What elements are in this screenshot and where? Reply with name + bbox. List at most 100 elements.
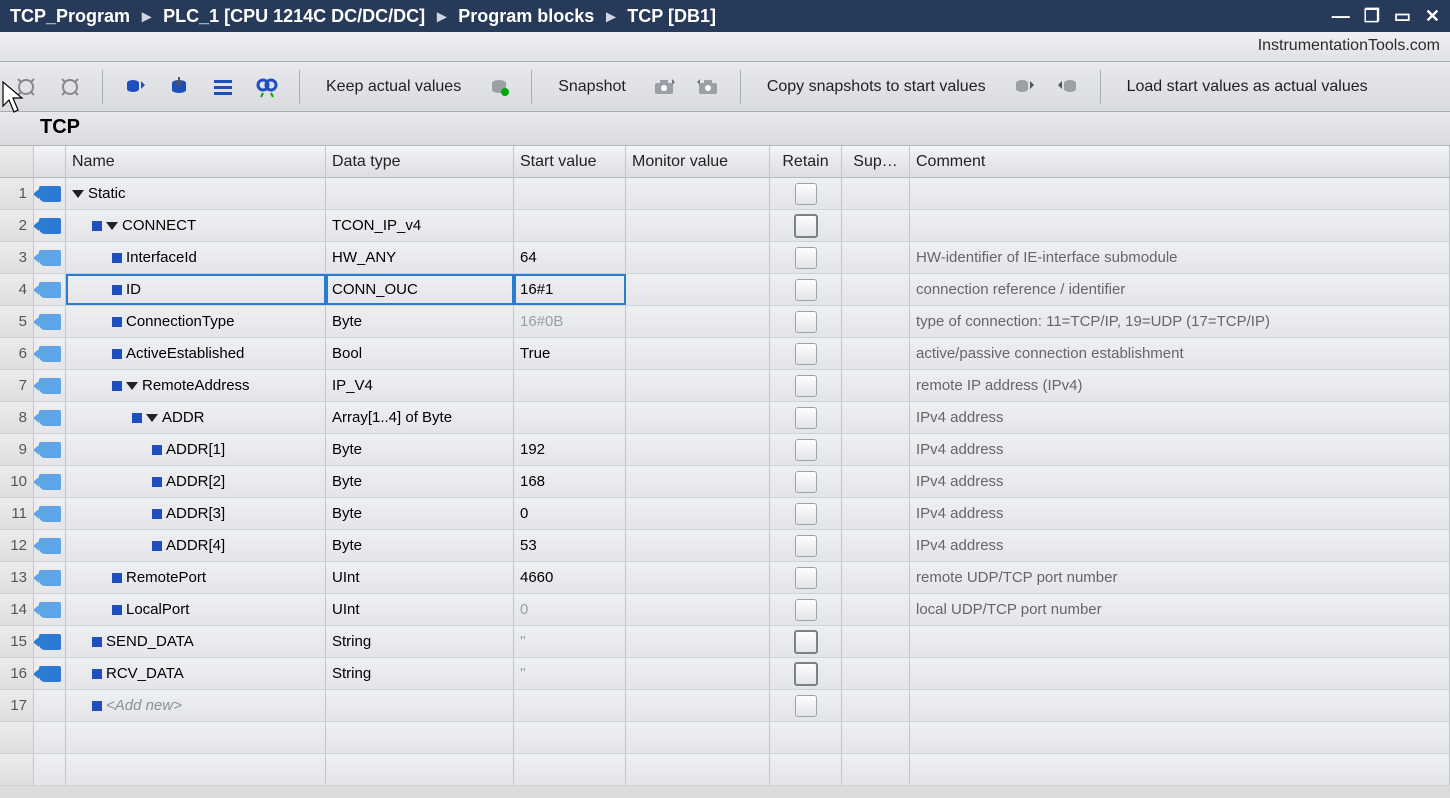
var-name-cell[interactable]: ADDR[4] — [66, 530, 326, 561]
retain-cell[interactable] — [770, 658, 842, 689]
var-name-cell[interactable]: ADDR — [66, 402, 326, 433]
datatype-cell[interactable]: String — [326, 626, 514, 657]
retain-cell[interactable] — [770, 626, 842, 657]
maximize-button[interactable]: ▭ — [1394, 6, 1411, 27]
toolbar-icon-2[interactable] — [52, 69, 88, 105]
monitorvalue-cell[interactable] — [626, 178, 770, 209]
var-name-cell[interactable]: ADDR[2] — [66, 466, 326, 497]
startvalue-cell[interactable]: 16#0B — [514, 306, 626, 337]
retain-checkbox[interactable] — [795, 535, 817, 557]
var-name-cell[interactable]: SEND_DATA — [66, 626, 326, 657]
retain-checkbox[interactable] — [795, 471, 817, 493]
retain-cell[interactable] — [770, 562, 842, 593]
setpoint-cell[interactable] — [842, 210, 910, 241]
table-row[interactable]: 4IDCONN_OUC16#1connection reference / id… — [0, 274, 1450, 306]
var-name-cell[interactable]: ID — [66, 274, 326, 305]
datatype-cell[interactable]: IP_V4 — [326, 370, 514, 401]
breadcrumb-item[interactable]: Program blocks — [458, 6, 594, 27]
expand-icon[interactable] — [106, 222, 118, 230]
keep-actual-values-icon[interactable] — [481, 69, 517, 105]
comment-cell[interactable]: remote IP address (IPv4) — [910, 370, 1450, 401]
retain-checkbox[interactable] — [795, 375, 817, 397]
retain-checkbox[interactable] — [795, 503, 817, 525]
datatype-cell[interactable]: Byte — [326, 530, 514, 561]
comment-cell[interactable] — [910, 690, 1450, 721]
datatype-cell[interactable]: String — [326, 658, 514, 689]
table-row[interactable]: 5ConnectionTypeByte16#0Btype of connecti… — [0, 306, 1450, 338]
table-row[interactable]: 7RemoteAddressIP_V4remote IP address (IP… — [0, 370, 1450, 402]
monitorvalue-cell[interactable] — [626, 562, 770, 593]
monitorvalue-cell[interactable] — [626, 466, 770, 497]
comment-cell[interactable] — [910, 210, 1450, 241]
datatype-cell[interactable]: CONN_OUC — [326, 274, 514, 305]
startvalue-cell[interactable] — [514, 210, 626, 241]
setpoint-cell[interactable] — [842, 178, 910, 209]
var-name-cell[interactable]: RemoteAddress — [66, 370, 326, 401]
startvalue-cell[interactable] — [514, 690, 626, 721]
table-row[interactable]: 8ADDRArray[1..4] of ByteIPv4 address — [0, 402, 1450, 434]
expand-icon[interactable] — [72, 190, 84, 198]
retain-cell[interactable] — [770, 434, 842, 465]
table-row[interactable]: 9ADDR[1]Byte192IPv4 address — [0, 434, 1450, 466]
setpoint-cell[interactable] — [842, 690, 910, 721]
retain-cell[interactable] — [770, 338, 842, 369]
var-name-cell[interactable]: ADDR[3] — [66, 498, 326, 529]
breadcrumb-item[interactable]: TCP_Program — [10, 6, 130, 27]
retain-cell[interactable] — [770, 690, 842, 721]
datatype-cell[interactable]: Byte — [326, 434, 514, 465]
table-row[interactable]: 12ADDR[4]Byte53IPv4 address — [0, 530, 1450, 562]
startvalue-cell[interactable]: 64 — [514, 242, 626, 273]
retain-checkbox[interactable] — [795, 343, 817, 365]
monitorvalue-cell[interactable] — [626, 370, 770, 401]
monitorvalue-cell[interactable] — [626, 594, 770, 625]
var-name-cell[interactable]: <Add new> — [66, 690, 326, 721]
col-retain[interactable]: Retain — [770, 146, 842, 177]
comment-cell[interactable]: IPv4 address — [910, 530, 1450, 561]
monitorvalue-cell[interactable] — [626, 274, 770, 305]
comment-cell[interactable]: local UDP/TCP port number — [910, 594, 1450, 625]
table-row[interactable]: 15SEND_DATAString'' — [0, 626, 1450, 658]
retain-checkbox[interactable] — [795, 695, 817, 717]
table-row[interactable]: 2CONNECTTCON_IP_v4 — [0, 210, 1450, 242]
var-name-cell[interactable]: LocalPort — [66, 594, 326, 625]
copy-snapshots-button[interactable]: Copy snapshots to start values — [755, 69, 998, 105]
var-name-cell[interactable]: RemotePort — [66, 562, 326, 593]
breadcrumb-item[interactable]: TCP [DB1] — [627, 6, 716, 27]
startvalue-cell[interactable]: 0 — [514, 594, 626, 625]
snapshot-take-icon[interactable] — [646, 69, 682, 105]
breadcrumb-item[interactable]: PLC_1 [CPU 1214C DC/DC/DC] — [163, 6, 425, 27]
datatype-cell[interactable] — [326, 690, 514, 721]
copy-snapshots-icon-2[interactable] — [1050, 69, 1086, 105]
copy-snapshots-icon-1[interactable] — [1006, 69, 1042, 105]
retain-checkbox[interactable] — [795, 567, 817, 589]
col-startvalue[interactable]: Start value — [514, 146, 626, 177]
retain-checkbox[interactable] — [795, 599, 817, 621]
retain-checkbox[interactable] — [795, 407, 817, 429]
table-row[interactable]: 3InterfaceIdHW_ANY64HW-identifier of IE-… — [0, 242, 1450, 274]
comment-cell[interactable]: IPv4 address — [910, 402, 1450, 433]
comment-cell[interactable] — [910, 178, 1450, 209]
keep-actual-values-button[interactable]: Keep actual values — [314, 69, 473, 105]
startvalue-cell[interactable]: True — [514, 338, 626, 369]
monitorvalue-cell[interactable] — [626, 402, 770, 433]
datatype-cell[interactable]: Byte — [326, 498, 514, 529]
snapshot-button[interactable]: Snapshot — [546, 69, 638, 105]
retain-cell[interactable] — [770, 178, 842, 209]
var-name-cell[interactable]: InterfaceId — [66, 242, 326, 273]
retain-checkbox[interactable] — [795, 247, 817, 269]
table-row[interactable]: 10ADDR[2]Byte168IPv4 address — [0, 466, 1450, 498]
snapshot-restore-icon[interactable] — [690, 69, 726, 105]
startvalue-cell[interactable] — [514, 370, 626, 401]
monitorvalue-cell[interactable] — [626, 242, 770, 273]
comment-cell[interactable] — [910, 658, 1450, 689]
restore-button[interactable]: ❐ — [1364, 6, 1380, 27]
col-setpoint[interactable]: Sup… — [842, 146, 910, 177]
datatype-cell[interactable]: HW_ANY — [326, 242, 514, 273]
download-icon[interactable] — [161, 69, 197, 105]
monitorvalue-cell[interactable] — [626, 210, 770, 241]
setpoint-cell[interactable] — [842, 530, 910, 561]
load-icon[interactable] — [117, 69, 153, 105]
startvalue-cell[interactable]: '' — [514, 658, 626, 689]
startvalue-cell[interactable]: 0 — [514, 498, 626, 529]
col-monitorvalue[interactable]: Monitor value — [626, 146, 770, 177]
